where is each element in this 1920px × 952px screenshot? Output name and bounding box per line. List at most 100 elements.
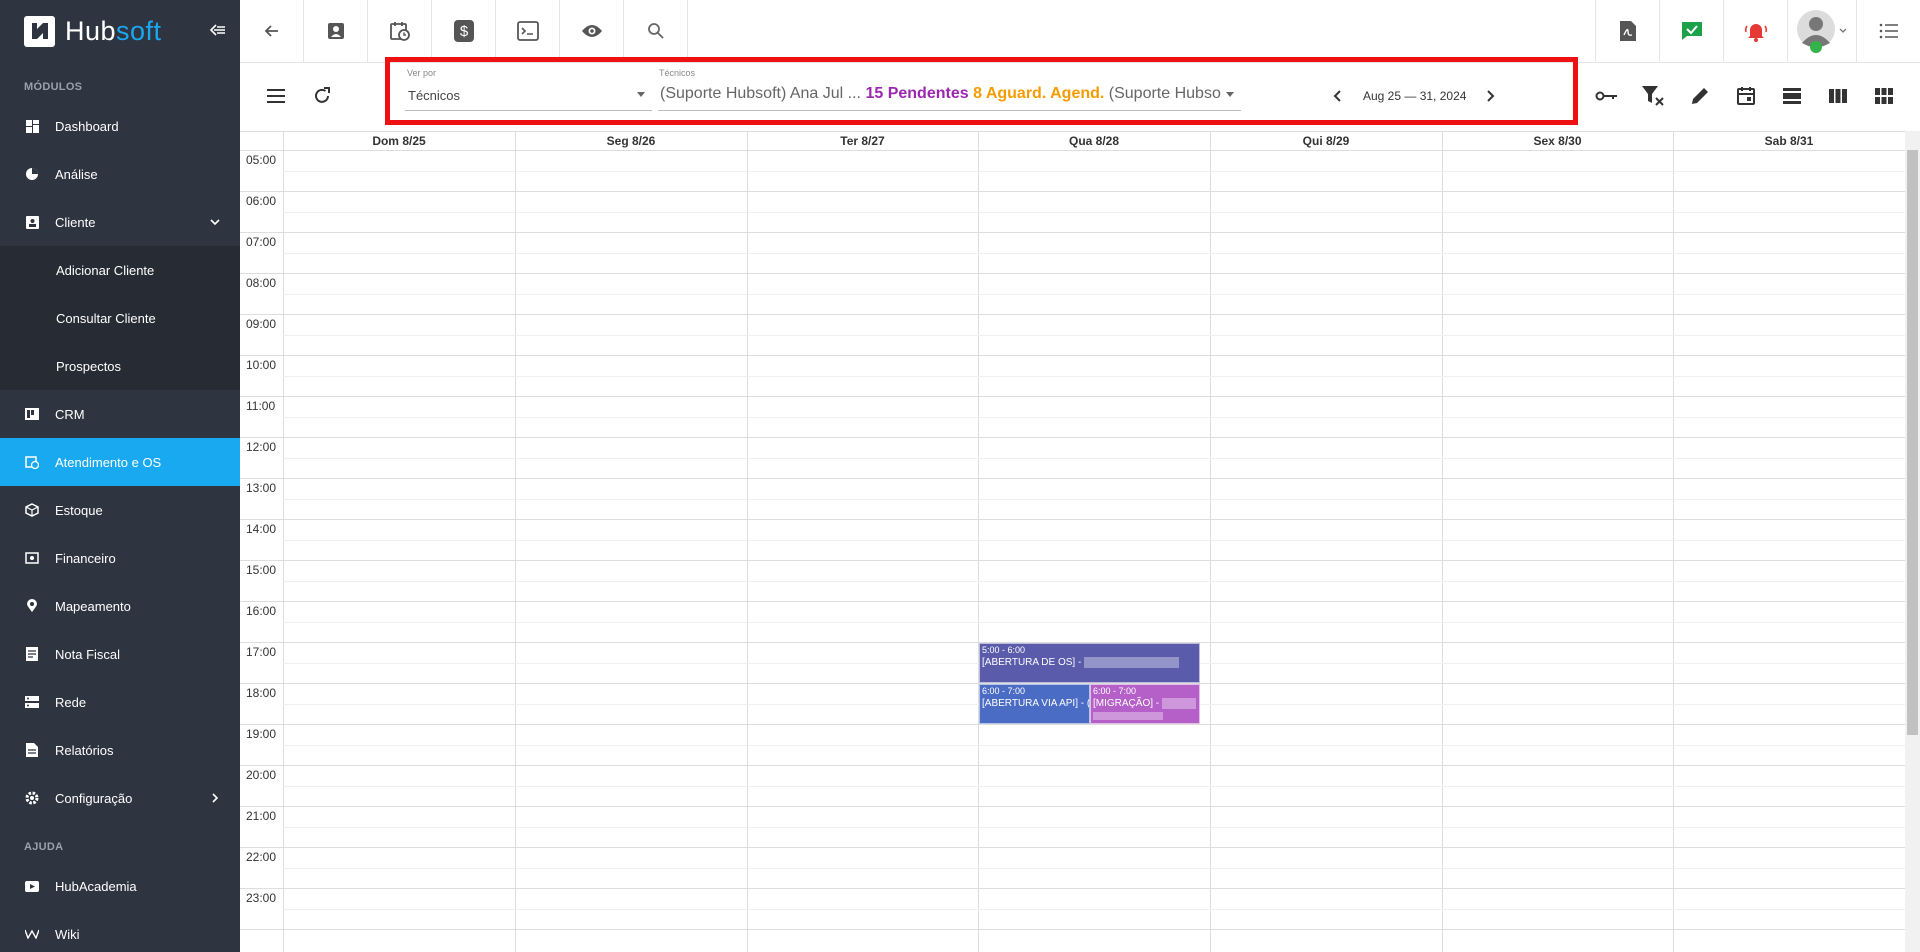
messages-button[interactable] [1659, 0, 1723, 62]
hubsoft-logo-icon [24, 15, 55, 47]
hour-line [240, 601, 1905, 602]
half-hour-line [283, 334, 1905, 336]
sidebar: Hubsoft MÓDULOS Dashboard Análise Client… [0, 0, 240, 952]
hour-line [240, 273, 1905, 274]
pdf-button[interactable] [1595, 0, 1659, 62]
back-button[interactable] [240, 0, 304, 62]
time-label: 14:00 [246, 522, 277, 536]
refresh-button[interactable] [309, 83, 335, 109]
day-header: Sex 8/30 [1533, 134, 1582, 148]
key-icon [1595, 91, 1617, 101]
hour-line [240, 519, 1905, 520]
day-header: Ter 8/27 [840, 134, 885, 148]
time-label: 13:00 [246, 481, 277, 495]
sidebar-item-estoque[interactable]: Estoque [0, 486, 240, 534]
clear-filter-button[interactable] [1640, 83, 1666, 109]
time-label: 07:00 [246, 235, 277, 249]
sidebar-item-dashboard[interactable]: Dashboard [0, 102, 240, 150]
day-header: Seg 8/26 [606, 134, 656, 148]
user-menu[interactable] [1787, 0, 1855, 62]
half-hour-line [283, 744, 1905, 746]
event-abertura-api[interactable]: 6:00 - 7:00 [ABERTURA VIA API] - ( [979, 684, 1090, 724]
week-view-button[interactable] [1825, 83, 1851, 109]
sidebar-item-adicionar-cliente[interactable]: Adicionar Cliente [0, 246, 240, 294]
brand-logo[interactable]: Hubsoft [0, 0, 240, 62]
event-migracao[interactable]: 6:00 - 7:00 [MIGRAÇÃO] - [1090, 684, 1200, 724]
day-header: Dom 8/25 [372, 134, 426, 148]
sidebar-item-label: HubAcademia [55, 878, 137, 894]
half-hour-line [283, 539, 1905, 541]
sidebar-item-crm[interactable]: CRM [0, 390, 240, 438]
calendar-button[interactable] [1733, 83, 1759, 109]
week-calendar: Dom 8/25 Seg 8/26 Ter 8/27 Qua 8/28 Qui … [240, 131, 1920, 952]
month-view-button[interactable] [1871, 83, 1897, 109]
sidebar-item-cliente[interactable]: Cliente [0, 198, 240, 246]
view-button[interactable] [560, 0, 624, 62]
hour-line [240, 724, 1905, 725]
contact-button[interactable] [304, 0, 368, 62]
financial-button[interactable]: $ [432, 0, 496, 62]
hour-line [240, 560, 1905, 561]
map-pin-icon [24, 598, 40, 614]
calendar-scrollbar-thumb[interactable] [1907, 150, 1918, 735]
sidebar-item-label: Atendimento e OS [55, 454, 162, 470]
time-label: 21:00 [246, 809, 277, 823]
sidebar-item-consultar-cliente[interactable]: Consultar Cliente [0, 294, 240, 342]
highlight-box [385, 57, 1578, 125]
list-menu-button[interactable] [1856, 0, 1920, 62]
time-label: 20:00 [246, 768, 277, 782]
gear-icon [24, 790, 40, 806]
sidebar-item-mapeamento[interactable]: Mapeamento [0, 582, 240, 630]
sidebar-item-rede[interactable]: Rede [0, 678, 240, 726]
half-hour-line [283, 252, 1905, 254]
hour-line [240, 314, 1905, 315]
sidebar-item-label: Adicionar Cliente [56, 262, 155, 278]
dollar-icon: $ [453, 20, 474, 42]
search-icon [647, 23, 664, 39]
sidebar-item-configuracao[interactable]: Configuração [0, 774, 240, 822]
sidebar-item-hubacademia[interactable]: HubAcademia [0, 862, 240, 910]
time-label: 22:00 [246, 850, 277, 864]
contact-card-icon [24, 214, 40, 230]
list-icon [1879, 23, 1898, 39]
menu-button[interactable] [263, 83, 289, 109]
hour-line [240, 847, 1905, 848]
wiki-icon [24, 926, 40, 942]
day-view-button[interactable] [1779, 83, 1805, 109]
sidebar-item-label: Wiki [55, 926, 80, 942]
filter-remove-icon [1642, 86, 1664, 106]
key-button[interactable] [1594, 83, 1620, 109]
sidebar-item-prospectos[interactable]: Prospectos [0, 342, 240, 390]
schedule-button[interactable] [368, 0, 432, 62]
time-label: 10:00 [246, 358, 277, 372]
sidebar-item-label: Nota Fiscal [55, 646, 121, 662]
sidebar-item-label: Prospectos [56, 358, 122, 374]
sidebar-item-wiki[interactable]: Wiki [0, 910, 240, 952]
sidebar-item-label: Configuração [55, 790, 133, 806]
sidebar-item-relatorios[interactable]: Relatórios [0, 726, 240, 774]
hour-line [240, 806, 1905, 807]
day-header: Qua 8/28 [1068, 134, 1120, 148]
half-hour-line [283, 908, 1905, 910]
notifications-button[interactable] [1723, 0, 1787, 62]
half-hour-line [283, 867, 1905, 869]
half-hour-line [283, 580, 1905, 582]
pdf-icon [1619, 21, 1636, 41]
day-column-divider [283, 132, 284, 952]
sidebar-item-label: Análise [55, 166, 98, 182]
sidebar-item-financeiro[interactable]: Financeiro [0, 534, 240, 582]
edit-button[interactable] [1687, 83, 1713, 109]
time-label: 23:00 [246, 891, 277, 905]
search-button[interactable] [624, 0, 688, 62]
hour-line [240, 396, 1905, 397]
half-hour-line [283, 498, 1905, 500]
hour-line [240, 929, 1905, 930]
brand-name: Hubsoft [65, 15, 162, 46]
sidebar-item-analise[interactable]: Análise [0, 150, 240, 198]
collapse-menu-icon[interactable] [208, 20, 228, 40]
sidebar-item-label: Cliente [55, 214, 96, 230]
event-abertura-os[interactable]: 5:00 - 6:00 [ABERTURA DE OS] - [979, 643, 1200, 683]
sidebar-item-atendimento-os[interactable]: Atendimento e OS [0, 438, 240, 486]
terminal-button[interactable] [496, 0, 560, 62]
sidebar-item-nota-fiscal[interactable]: Nota Fiscal [0, 630, 240, 678]
